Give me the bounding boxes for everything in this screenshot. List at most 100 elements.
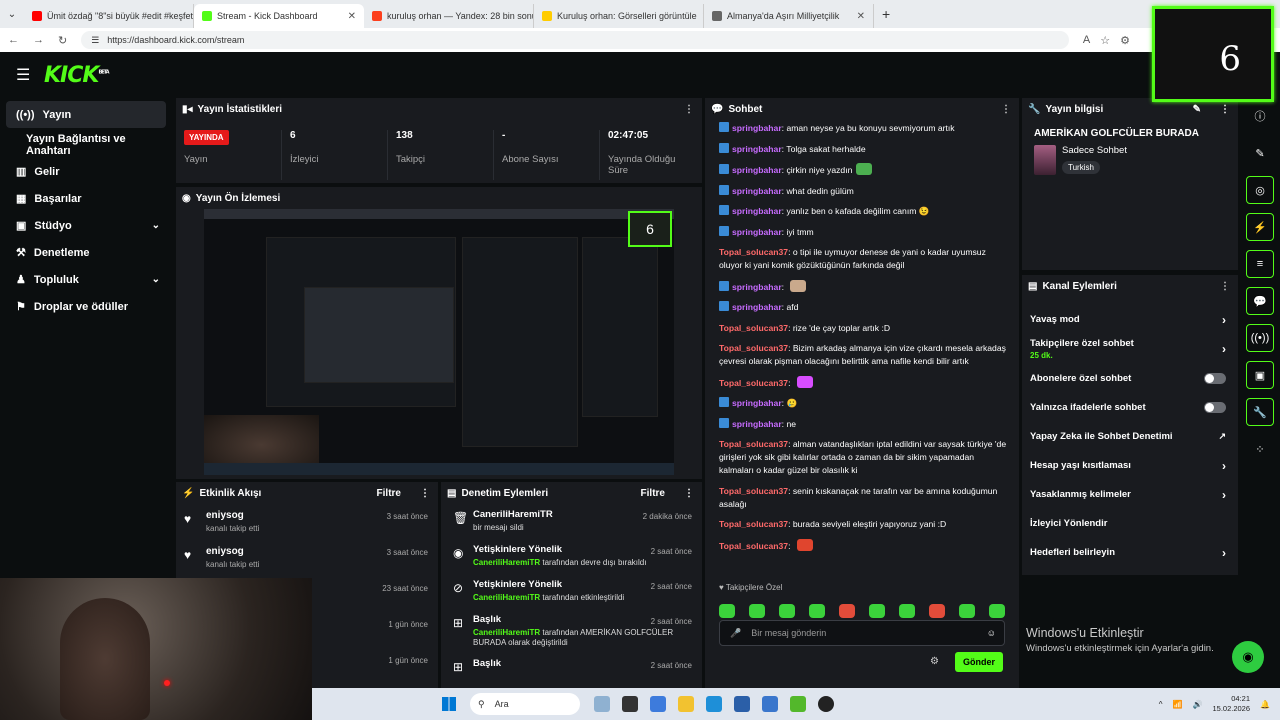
browser-tab-0[interactable]: Ümit özdağ "8"si büyük #edit #keşfetteyi… [24, 4, 194, 28]
chat-username[interactable]: springbahar [732, 419, 782, 429]
network-icon[interactable]: 📶 [1173, 700, 1183, 709]
forward-icon[interactable]: → [33, 34, 44, 46]
sidebar-item-stream-key[interactable]: Yayın Bağlantısı ve Anahtarı [0, 131, 172, 158]
emote-button[interactable] [899, 604, 915, 618]
more-icon[interactable]: ⋮ [420, 488, 430, 499]
chat-username[interactable]: springbahar [732, 206, 782, 216]
site-info-icon[interactable]: ☰ [91, 35, 99, 46]
followers-only-action[interactable]: Takipçilere özel sohbet 25 dk. › [1022, 334, 1238, 364]
chat-username[interactable]: springbahar [732, 165, 782, 175]
slow-mode-action[interactable]: Yavaş mod › [1022, 305, 1238, 334]
chat-username[interactable]: Topal_solucan37 [719, 541, 788, 551]
set-goals-action[interactable]: Hedefleri belirleyin › [1022, 538, 1238, 567]
chat-username[interactable]: Topal_solucan37 [719, 378, 788, 388]
chat-message-input[interactable]: 🎤 Bir mesaj gönderin ☺ [719, 620, 1005, 646]
account-age-action[interactable]: Hesap yaşı kısıtlaması › [1022, 451, 1238, 480]
copilot-icon[interactable] [650, 696, 666, 712]
layout-icon[interactable]: ▣ [1246, 361, 1274, 389]
pen-icon[interactable]: ✎ [1246, 139, 1274, 167]
back-icon[interactable]: ← [8, 34, 19, 46]
lightning-icon[interactable]: ⚡ [1246, 213, 1274, 241]
close-tab-icon[interactable]: ✕ [348, 11, 356, 22]
widgets-icon[interactable] [594, 696, 610, 712]
browser-tab-2[interactable]: kuruluş orhan — Yandex: 28 bin sonuç bu✕ [364, 4, 534, 28]
chat-username[interactable]: Topal_solucan37 [719, 323, 788, 333]
emoji-icon[interactable]: ☺ [987, 628, 996, 638]
start-icon[interactable] [442, 697, 456, 711]
emote-button[interactable] [719, 604, 735, 618]
chat-username[interactable]: springbahar [732, 186, 782, 196]
favorite-icon[interactable]: ☆ [1100, 34, 1110, 47]
chat-username[interactable]: Topal_solucan37 [719, 519, 788, 529]
emote-button[interactable] [779, 604, 795, 618]
emote-button[interactable] [869, 604, 885, 618]
sidebar-item-community[interactable]: ♟ Topluluk ⌄ [0, 266, 172, 293]
menu-icon[interactable]: ☰ [16, 65, 44, 85]
mail-icon[interactable] [762, 696, 778, 712]
support-chat-icon[interactable]: ◉ [1232, 641, 1264, 673]
clock[interactable]: 04:21 15.02.2026 [1212, 694, 1250, 714]
sidebar-item-stream[interactable]: ((•)) Yayın [6, 101, 166, 128]
banned-words-action[interactable]: Yasaklanmış kelimeler › [1022, 480, 1238, 509]
list-icon[interactable]: ≡ [1246, 250, 1274, 278]
chat-username[interactable]: springbahar [732, 144, 782, 154]
more-icon[interactable]: ⋮ [1220, 281, 1230, 292]
chat-username[interactable]: springbahar [732, 302, 782, 312]
sidebar-item-achievements[interactable]: ▦ Başarılar [0, 185, 172, 212]
sidebar-item-revenue[interactable]: ▥ Gelir [0, 158, 172, 185]
subscribers-only-toggle[interactable] [1204, 373, 1226, 384]
emotes-only-toggle[interactable] [1204, 402, 1226, 413]
more-icon[interactable]: ⋮ [1001, 104, 1011, 115]
chat-username[interactable]: springbahar [732, 123, 782, 133]
store-icon[interactable] [734, 696, 750, 712]
read-aloud-icon[interactable]: A [1083, 34, 1090, 47]
sidebar-item-moderation[interactable]: ⚒ Denetleme [0, 239, 172, 266]
kick-app-icon[interactable] [790, 696, 806, 712]
chat-username[interactable]: Topal_solucan37 [719, 247, 788, 257]
browser-tab-1[interactable]: Stream - Kick Dashboard ✕ [194, 4, 364, 28]
chat-username[interactable]: springbahar [732, 398, 782, 408]
microphone-icon[interactable]: 🎤 [730, 628, 741, 639]
edit-icon[interactable]: ✎ [1193, 104, 1201, 115]
close-tab-icon[interactable]: ✕ [857, 11, 865, 22]
chat-username[interactable]: Topal_solucan37 [719, 486, 788, 496]
emote-button[interactable] [809, 604, 825, 618]
kick-logo[interactable]: KICKBETA [44, 63, 110, 88]
sidebar-item-studio[interactable]: ▣ Stüdyo ⌄ [0, 212, 172, 239]
sidebar-item-drops[interactable]: ⚑ Droplar ve ödüller [0, 293, 172, 320]
task-view-icon[interactable] [622, 696, 638, 712]
emote-button[interactable] [959, 604, 975, 618]
tab-list-chevron-icon[interactable]: ⌄ [0, 9, 24, 20]
chat-username[interactable]: Topal_solucan37 [719, 439, 788, 449]
more-icon[interactable]: ⋮ [684, 104, 694, 115]
chat-icon[interactable]: 💬 [1246, 287, 1274, 315]
emote-button[interactable] [749, 604, 765, 618]
taskbar-search[interactable]: ⚲ Ara [470, 693, 580, 715]
ai-moderation-action[interactable]: Yapay Zeka ile Sohbet Denetimi ↗ [1022, 422, 1238, 451]
more-icon[interactable]: ⋮ [684, 488, 694, 499]
reload-icon[interactable]: ↻ [58, 34, 67, 47]
url-field[interactable]: ☰ https://dashboard.kick.com/stream [81, 31, 1069, 49]
camera-icon[interactable]: ◎ [1246, 176, 1274, 204]
tray-chevron-icon[interactable]: ^ [1159, 700, 1163, 709]
broadcast-icon[interactable]: ((•)) [1246, 324, 1274, 352]
wrench-icon[interactable]: 🔧 [1246, 398, 1274, 426]
more-icon[interactable]: ⋮ [1220, 104, 1230, 115]
apps-icon[interactable]: ⁘ [1246, 435, 1274, 463]
new-tab-button[interactable]: + [882, 6, 890, 22]
obs-icon[interactable] [818, 696, 834, 712]
chat-settings-icon[interactable]: ⚙ [930, 656, 939, 667]
moderation-filter-button[interactable]: Filtre [641, 488, 665, 499]
volume-icon[interactable]: 🔊 [1193, 700, 1203, 709]
emote-button[interactable] [989, 604, 1005, 618]
edge-icon[interactable] [706, 696, 722, 712]
notifications-icon[interactable]: 🔔 [1260, 700, 1270, 709]
send-button[interactable]: Gönder [954, 652, 1003, 672]
extensions-icon[interactable]: ⚙ [1120, 34, 1130, 47]
file-explorer-icon[interactable] [678, 696, 694, 712]
browser-tab-3[interactable]: Kuruluş orhan: Görselleri görüntüle✕ [534, 4, 704, 28]
activity-filter-button[interactable]: Filtre [377, 488, 401, 499]
stream-preview-video[interactable]: 6 [204, 209, 674, 475]
host-viewers-action[interactable]: İzleyici Yönlendir [1022, 509, 1238, 538]
info-icon[interactable]: ⓘ [1246, 102, 1274, 130]
